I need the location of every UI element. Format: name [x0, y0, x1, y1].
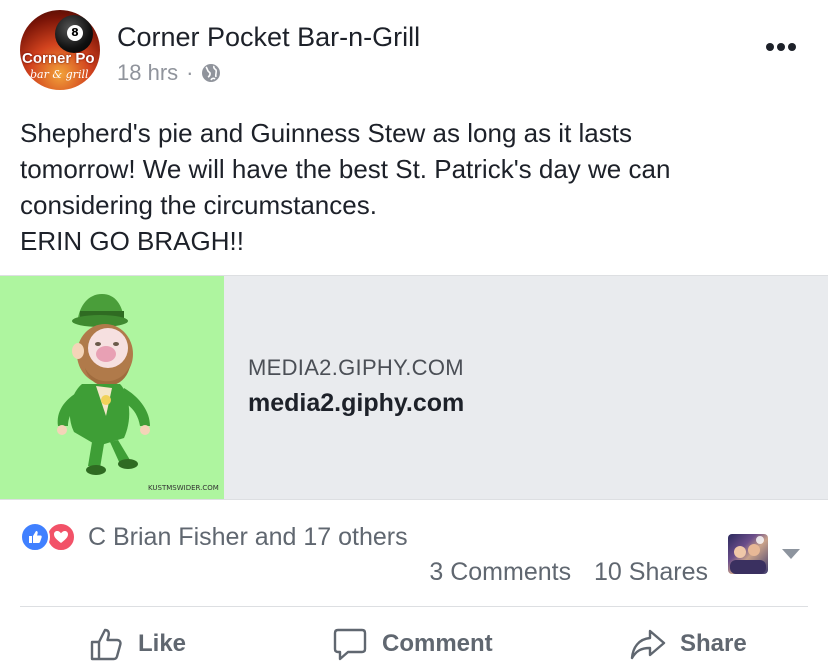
leprechaun-illustration	[57, 294, 150, 475]
post-actions-bar: Like Comment Share	[0, 620, 828, 668]
share-label: Share	[680, 630, 747, 657]
share-arrow-icon	[630, 629, 666, 660]
link-preview-card[interactable]: KUSTMSWIDER.COM	[0, 275, 828, 500]
like-label: Like	[138, 630, 187, 657]
like-reaction-icon	[20, 522, 50, 552]
like-button[interactable]: Like	[88, 620, 186, 668]
comment-bubble-icon	[333, 628, 367, 661]
more-options-icon[interactable]	[766, 38, 802, 52]
avatar-brand-subtext: bar & grill	[30, 68, 89, 81]
gif-credit: KUSTMSWIDER.COM	[148, 484, 219, 492]
commenter-avatar[interactable]	[728, 534, 768, 574]
chevron-down-icon[interactable]	[781, 548, 801, 560]
post-text-line: tomorrow! We will have the best St. Patr…	[20, 154, 671, 184]
avatar-brand-text: Corner Po	[22, 50, 95, 67]
thumbs-up-icon	[90, 628, 122, 661]
post-header: 8 Corner Po bar & grill Corner Pocket Ba…	[0, 0, 828, 110]
comments-count[interactable]: 3 Comments	[429, 558, 571, 586]
reactions-text[interactable]: C Brian Fisher and 17 others	[88, 523, 408, 552]
post-text-line: considering the circumstances.	[20, 190, 377, 220]
comment-label: Comment	[382, 630, 493, 657]
post-text-line: ERIN GO BRAGH!!	[20, 226, 244, 256]
ball-number: 8	[67, 25, 83, 41]
engagement-counts: 3 Comments 10 Shares	[413, 558, 708, 587]
post-text-line: Shepherd's pie and Guinness Stew as long…	[20, 118, 632, 148]
reactions-summary[interactable]: C Brian Fisher and 17 others	[20, 522, 408, 552]
post-timestamp[interactable]: 18 hrs	[117, 60, 178, 86]
globe-icon	[202, 64, 221, 82]
actions-divider	[20, 606, 808, 607]
comment-button[interactable]: Comment	[332, 620, 493, 668]
link-title[interactable]: media2.giphy.com	[248, 389, 464, 418]
love-reaction-icon	[46, 522, 76, 552]
share-button[interactable]: Share	[630, 620, 747, 668]
page-avatar[interactable]: 8 Corner Po bar & grill	[20, 10, 100, 90]
link-domain-caption: MEDIA2.GIPHY.COM	[248, 355, 464, 380]
leprechaun-gif-thumbnail[interactable]: KUSTMSWIDER.COM	[0, 276, 224, 499]
shares-count[interactable]: 10 Shares	[594, 558, 708, 586]
page-name-link[interactable]: Corner Pocket Bar-n-Grill	[117, 22, 420, 53]
meta-separator: ·	[186, 60, 194, 85]
post-text: Shepherd's pie and Guinness Stew as long…	[20, 115, 810, 259]
post-meta: 18 hrs ·	[117, 60, 221, 86]
